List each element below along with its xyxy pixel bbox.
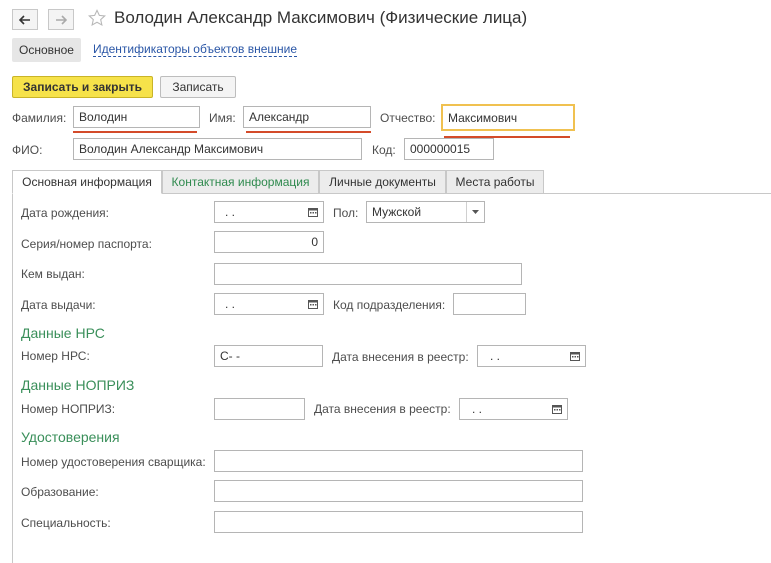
section-certificates-title: Удостоверения — [21, 429, 120, 445]
education-label: Образование: — [21, 485, 99, 499]
gender-value: Мужской — [372, 205, 422, 219]
birthdate-value: . . — [225, 205, 236, 219]
issued-by-field[interactable] — [214, 263, 522, 285]
nrs-reg-date-field[interactable]: . . — [477, 345, 586, 367]
fullname-label: ФИО: — [12, 143, 43, 157]
nrs-reg-date-label: Дата внесения в реестр: — [332, 350, 469, 364]
lastname-field[interactable]: Володин — [73, 106, 200, 128]
nrs-number-label: Номер НРС: — [21, 349, 90, 363]
welder-field[interactable] — [214, 450, 583, 472]
passport-field[interactable]: 0 — [214, 231, 324, 253]
nrs-number-field[interactable]: С- - — [214, 345, 323, 367]
passport-label: Серия/номер паспорта: — [21, 237, 152, 251]
calendar-icon[interactable] — [303, 294, 323, 314]
specialty-field[interactable] — [214, 511, 583, 533]
tab-main-info[interactable]: Основная информация — [12, 170, 162, 194]
tab-personal-documents[interactable]: Личные документы — [319, 170, 446, 194]
middlename-field[interactable]: Максимович — [441, 104, 575, 131]
code-field[interactable]: 000000015 — [404, 138, 494, 160]
back-button[interactable] — [12, 9, 38, 30]
nopriz-reg-date-field[interactable]: . . — [459, 398, 568, 420]
birthdate-label: Дата рождения: — [21, 206, 109, 220]
save-button[interactable]: Записать — [160, 76, 236, 98]
tab-contact-info[interactable]: Контактная информация — [162, 170, 319, 194]
panel-border — [12, 193, 13, 563]
tab-workplaces[interactable]: Места работы — [446, 170, 544, 194]
firstname-label: Имя: — [209, 111, 236, 125]
chevron-down-icon[interactable] — [466, 202, 484, 222]
save-and-close-button[interactable]: Записать и закрыть — [12, 76, 153, 98]
division-code-field[interactable] — [453, 293, 526, 315]
page-title: Володин Александр Максимович (Физические… — [114, 8, 528, 27]
fullname-field[interactable]: Володин Александр Максимович — [73, 138, 362, 160]
nopriz-number-label: Номер НОПРИЗ: — [21, 402, 116, 416]
forward-button[interactable] — [48, 9, 74, 30]
birthdate-field[interactable]: . . — [214, 201, 324, 223]
arrow-left-icon — [19, 14, 30, 25]
subtab-main[interactable]: Основное — [12, 38, 81, 62]
star-icon — [88, 9, 106, 26]
nopriz-number-field[interactable] — [214, 398, 305, 420]
required-underline — [73, 131, 197, 133]
favorite-button[interactable] — [88, 9, 106, 30]
issue-date-label: Дата выдачи: — [21, 298, 96, 312]
division-code-label: Код подразделения: — [333, 298, 446, 312]
calendar-icon[interactable] — [565, 346, 585, 366]
gender-label: Пол: — [333, 206, 359, 220]
education-field[interactable] — [214, 480, 583, 502]
calendar-icon[interactable] — [303, 202, 323, 222]
required-underline — [246, 131, 371, 133]
nopriz-reg-date-value: . . — [472, 402, 483, 416]
lastname-label: Фамилия: — [12, 111, 67, 125]
welder-label: Номер удостоверения сварщика: — [21, 455, 206, 469]
issue-date-field[interactable]: . . — [214, 293, 324, 315]
section-nrs-title: Данные НРС — [21, 325, 105, 341]
gender-select[interactable]: Мужской — [366, 201, 485, 223]
issue-date-value: . . — [225, 297, 236, 311]
nrs-reg-date-value: . . — [490, 349, 501, 363]
section-nopriz-title: Данные НОПРИЗ — [21, 377, 135, 393]
issued-by-label: Кем выдан: — [21, 267, 85, 281]
arrow-right-icon — [56, 14, 67, 25]
code-label: Код: — [372, 143, 396, 157]
firstname-field[interactable]: Александр — [243, 106, 371, 128]
subtab-external-ids-link[interactable]: Идентификаторы объектов внешние — [93, 42, 298, 57]
middlename-label: Отчество: — [380, 111, 436, 125]
specialty-label: Специальность: — [21, 516, 111, 530]
nopriz-reg-date-label: Дата внесения в реестр: — [314, 402, 451, 416]
calendar-icon[interactable] — [547, 399, 567, 419]
